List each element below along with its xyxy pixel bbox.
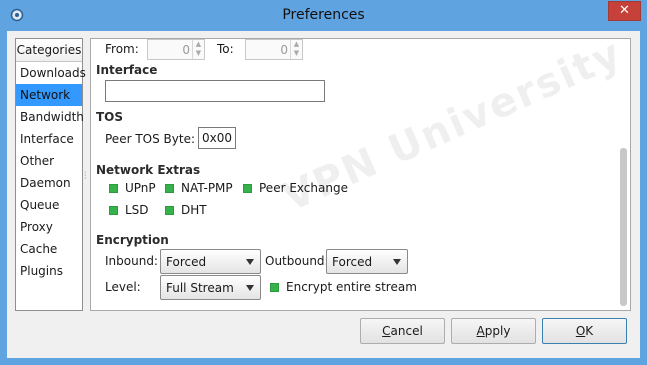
category-interface[interactable]: Interface xyxy=(16,128,82,150)
outbound-selected-value: Forced xyxy=(332,255,373,269)
spin-arrows-icon[interactable]: ▲ ▼ xyxy=(290,40,302,59)
inbound-label: Inbound: xyxy=(105,254,158,268)
category-queue[interactable]: Queue xyxy=(16,194,82,216)
network-extras-heading: Network Extras xyxy=(96,163,201,177)
category-downloads[interactable]: Downloads xyxy=(16,62,86,84)
peer-exchange-checkbox[interactable] xyxy=(243,184,252,193)
peer-tos-label: Peer TOS Byte: xyxy=(105,132,195,146)
network-settings-panel: From: 0 ▲ ▼ To: 0 ▲ ▼ Interface TOS Peer T… xyxy=(90,30,631,311)
category-cache[interactable]: Cache xyxy=(16,238,82,260)
spin-arrows-icon[interactable]: ▲ ▼ xyxy=(192,40,204,59)
port-to-label: To: xyxy=(217,42,234,56)
outbound-label: Outbound: xyxy=(265,254,329,268)
dialog-body: Categories Downloads Network Bandwidth I… xyxy=(7,30,640,358)
encryption-heading: Encryption xyxy=(96,233,169,247)
preferences-window: Preferences ✕ Categories Downloads Netwo… xyxy=(0,0,647,365)
port-from-value: 0 xyxy=(182,43,190,57)
cancel-button[interactable]: Cancel xyxy=(360,318,445,344)
ok-label: K xyxy=(585,324,594,338)
apply-mnemonic: A xyxy=(476,324,485,338)
nat-pmp-checkbox[interactable] xyxy=(165,184,174,193)
close-icon[interactable]: ✕ xyxy=(608,1,641,21)
category-daemon[interactable]: Daemon xyxy=(16,172,82,194)
upnp-label[interactable]: UPnP xyxy=(125,181,156,195)
category-network[interactable]: Network xyxy=(16,84,82,106)
lsd-checkbox[interactable] xyxy=(109,206,118,215)
level-select[interactable]: Full Stream xyxy=(160,275,261,300)
apply-button[interactable]: Apply xyxy=(451,318,536,344)
cancel-mnemonic: C xyxy=(382,324,391,338)
categories-list[interactable]: Categories Downloads Network Bandwidth I… xyxy=(15,38,86,311)
encrypt-stream-checkbox[interactable] xyxy=(270,283,279,292)
title-bar[interactable]: Preferences ✕ xyxy=(0,0,647,31)
watermark: VPN University xyxy=(276,30,630,222)
vertical-scrollbar[interactable] xyxy=(620,41,627,308)
dht-checkbox[interactable] xyxy=(165,206,174,215)
port-to-spinbox[interactable]: 0 ▲ ▼ xyxy=(245,39,303,60)
chevron-down-icon xyxy=(393,259,401,265)
ok-mnemonic: O xyxy=(575,324,586,338)
category-bandwidth[interactable]: Bandwidth xyxy=(16,106,84,128)
inbound-select[interactable]: Forced xyxy=(160,249,261,274)
encrypt-stream-label[interactable]: Encrypt entire stream xyxy=(286,280,417,294)
outbound-select[interactable]: Forced xyxy=(326,249,408,274)
apply-label: pply xyxy=(484,324,511,338)
interface-heading: Interface xyxy=(96,63,158,77)
level-label: Level: xyxy=(105,280,141,294)
inbound-selected-value: Forced xyxy=(166,255,207,269)
tos-heading: TOS xyxy=(96,110,124,124)
category-other[interactable]: Other xyxy=(16,150,82,172)
window-title: Preferences xyxy=(282,7,365,23)
level-selected-value: Full Stream xyxy=(166,281,234,295)
ok-button[interactable]: OK xyxy=(542,318,627,344)
scrollbar-thumb[interactable] xyxy=(620,148,627,306)
categories-header[interactable]: Categories xyxy=(16,39,82,62)
chevron-down-icon xyxy=(246,259,254,265)
chevron-down-icon xyxy=(246,285,254,291)
category-plugins[interactable]: Plugins xyxy=(16,260,82,282)
lsd-label[interactable]: LSD xyxy=(125,203,149,217)
port-from-spinbox[interactable]: 0 ▲ ▼ xyxy=(147,39,205,60)
nat-pmp-label[interactable]: NAT-PMP xyxy=(181,181,233,195)
dht-label[interactable]: DHT xyxy=(181,203,207,217)
category-proxy[interactable]: Proxy xyxy=(16,216,82,238)
interface-input[interactable] xyxy=(105,80,325,102)
peer-tos-input[interactable]: 0x00 xyxy=(198,127,237,149)
upnp-checkbox[interactable] xyxy=(109,184,118,193)
cancel-label: ancel xyxy=(390,324,423,338)
port-to-value: 0 xyxy=(280,43,288,57)
port-from-label: From: xyxy=(105,42,139,56)
